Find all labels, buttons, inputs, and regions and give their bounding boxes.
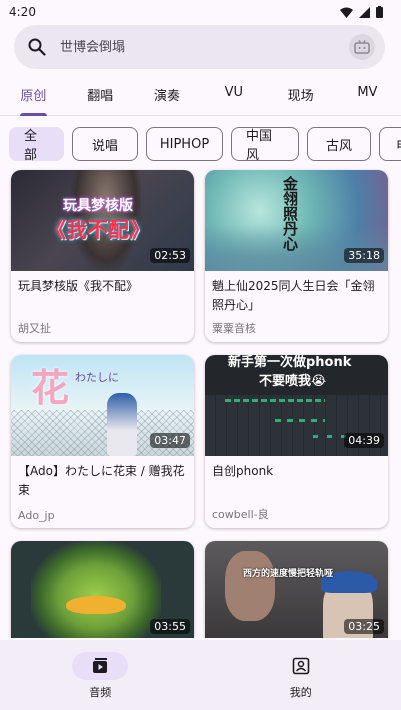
chip-ancient-style[interactable]: 古风 (307, 127, 371, 161)
video-author[interactable]: cowbell-良 (205, 506, 276, 522)
status-icons (340, 6, 383, 18)
tab-vu[interactable]: VU (200, 76, 267, 115)
video-card[interactable]: 新手第一次做phonk 不要喷我😭 04:39 自创phonk cowbell-… (205, 355, 388, 528)
status-time: 4:20 (9, 5, 36, 19)
thumbnail-overlay-text: 金翎照丹心 (281, 176, 299, 251)
filter-chips: 全部 说唱 HIPHOP 中国风 古风 电音 (9, 127, 401, 161)
video-author[interactable]: 胡又扯 (11, 320, 58, 336)
video-thumbnail[interactable]: 玩具梦核版 《我不配》 02:53 (11, 170, 194, 271)
chip-rap[interactable]: 说唱 (72, 127, 138, 161)
thumbnail-overlay-text: 新手第一次做phonk (228, 355, 352, 370)
video-duration: 03:55 (150, 619, 190, 634)
nav-indicator[interactable] (72, 652, 129, 680)
nav-item-profile[interactable]: 我的 (201, 640, 401, 710)
cell-signal-icon (359, 6, 370, 18)
thumbnail-overlay-text: 《我不配》 (45, 218, 150, 242)
tab-cover[interactable]: 翻唱 (67, 76, 134, 115)
chip-all[interactable]: 全部 (9, 127, 64, 161)
video-thumbnail[interactable]: 金翎照丹心 35:18 (205, 170, 388, 271)
nav-indicator[interactable] (273, 652, 329, 680)
video-thumbnail[interactable]: 新手第一次做phonk 不要喷我😭 04:39 (205, 355, 388, 456)
thumbnail-overlay-text: 花 (31, 366, 70, 410)
video-title[interactable]: 自创phonk (205, 456, 388, 481)
video-duration: 03:47 (150, 433, 190, 448)
chip-chinese-style[interactable]: 中国风 (231, 127, 299, 161)
tab-performance[interactable]: 演奏 (134, 76, 201, 115)
battery-icon (376, 6, 383, 18)
chip-hiphop[interactable]: HIPHOP (146, 127, 223, 161)
thumbnail-overlay-text: 玩具梦核版 (63, 198, 133, 214)
thumbnail-overlay-text: 不要喷我😭 (259, 374, 327, 389)
video-thumbnail[interactable]: 花 わたしに 03:47 (11, 355, 194, 456)
video-card[interactable]: 金翎照丹心 35:18 魈上仙2025同人生日会「金翎照丹心」 粟粟音核 (205, 170, 388, 342)
video-card[interactable]: 花 わたしに 03:47 【Ado】わたしに花束 / 赠我花束 Ado_jp (11, 355, 194, 528)
tab-mv[interactable]: MV (334, 76, 401, 115)
category-tabs: 原创 翻唱 演奏 VU 现场 MV (0, 76, 401, 116)
video-title[interactable]: 【Ado】わたしに花束 / 赠我花束 (11, 456, 194, 500)
video-card[interactable]: 玩具梦核版 《我不配》 02:53 玩具梦核版《我不配》 胡又扯 (11, 170, 194, 342)
profile-icon (292, 657, 310, 675)
bilibili-tv-icon[interactable] (349, 34, 375, 60)
video-duration: 03:25 (344, 619, 384, 634)
video-thumbnail[interactable]: 03:55 (11, 541, 194, 638)
nav-item-audio[interactable]: 音频 (0, 640, 201, 710)
video-duration: 04:39 (344, 433, 384, 448)
video-author[interactable]: Ado_jp (11, 509, 62, 522)
tab-live[interactable]: 现场 (267, 76, 334, 115)
wifi-icon (340, 7, 353, 18)
video-duration: 35:18 (344, 248, 384, 263)
thumbnail-overlay-text: 西方的速度慢把轻轨哑 (243, 569, 334, 579)
tab-original[interactable]: 原创 (0, 76, 67, 116)
status-bar: 4:20 (0, 0, 401, 24)
video-title[interactable]: 魈上仙2025同人生日会「金翎照丹心」 (205, 271, 388, 315)
video-card[interactable]: 西方的速度慢把轻轨哑 03:25 (205, 541, 388, 638)
video-thumbnail[interactable]: 西方的速度慢把轻轨哑 03:25 (205, 541, 388, 638)
video-grid: 玩具梦核版 《我不配》 02:53 玩具梦核版《我不配》 胡又扯 金翎照丹心 3… (0, 168, 401, 638)
play-icon (93, 658, 108, 673)
nav-label: 音频 (89, 686, 112, 699)
search-input[interactable] (60, 39, 349, 55)
search-icon[interactable] (26, 36, 48, 58)
thumbnail-overlay-text: わたしに (75, 371, 119, 384)
video-author[interactable]: 粟粟音核 (205, 320, 263, 336)
video-duration: 02:53 (150, 248, 190, 263)
chip-electronic[interactable]: 电音 (379, 127, 401, 161)
bottom-navigation: 音频 我的 (0, 640, 401, 710)
search-bar[interactable] (14, 25, 385, 69)
video-card[interactable]: 03:55 (11, 541, 194, 638)
video-title[interactable]: 玩具梦核版《我不配》 (11, 271, 194, 296)
nav-label: 我的 (289, 686, 312, 699)
